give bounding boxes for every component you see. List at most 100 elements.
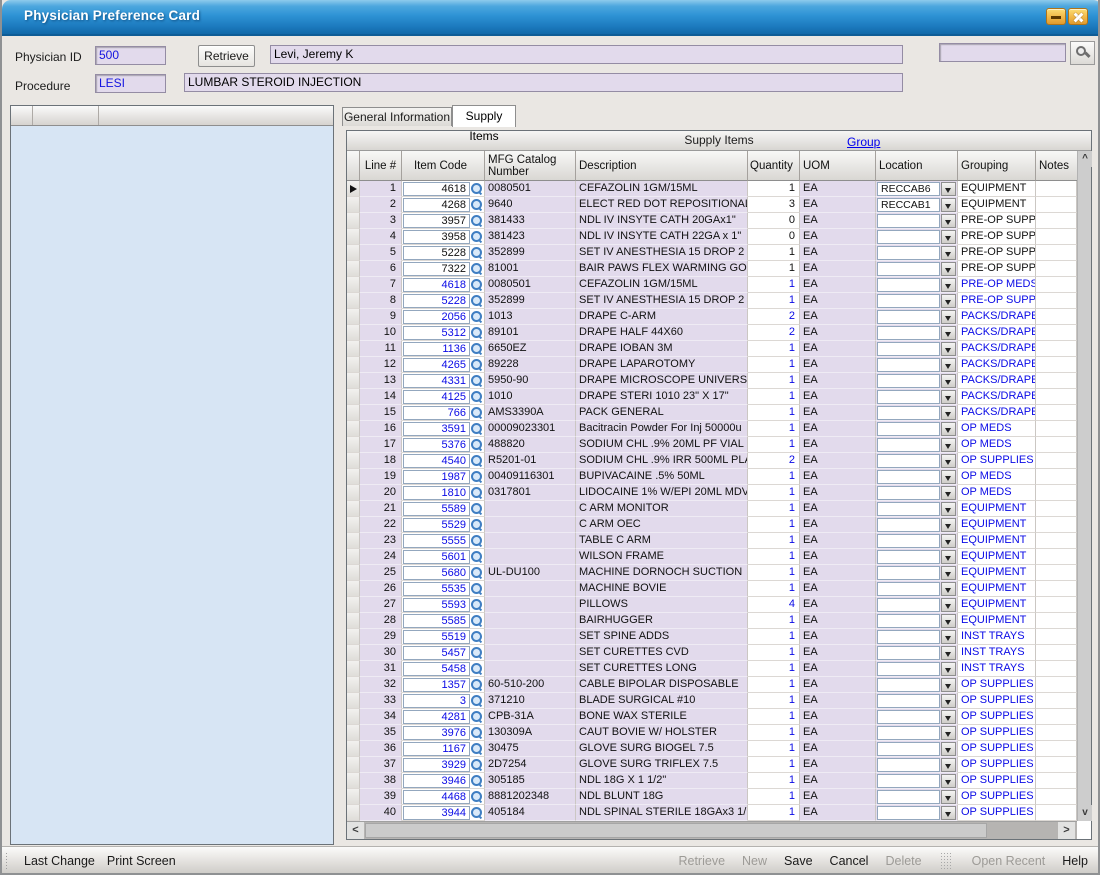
item-code-input[interactable]: 1167 <box>403 742 470 756</box>
location-input[interactable] <box>877 390 940 404</box>
row-selector-cell[interactable] <box>347 757 360 773</box>
quantity-cell[interactable]: 2 <box>748 325 800 341</box>
row-selector-cell[interactable] <box>347 501 360 517</box>
location-dropdown-icon[interactable] <box>941 566 956 580</box>
quantity-cell[interactable]: 1 <box>748 725 800 741</box>
location-dropdown-icon[interactable] <box>941 262 956 276</box>
table-row[interactable]: 19198700409116301BUPIVACAINE .5% 50ML1EA… <box>347 469 1077 485</box>
item-code-input[interactable]: 4540 <box>403 454 470 468</box>
quantity-cell[interactable]: 1 <box>748 373 800 389</box>
quantity-cell[interactable]: 1 <box>748 341 800 357</box>
item-lookup-icon[interactable] <box>471 391 483 403</box>
procedure-field[interactable]: LESI <box>95 74 166 93</box>
location-dropdown-icon[interactable] <box>941 310 956 324</box>
search-button[interactable] <box>1070 41 1095 65</box>
item-code-input[interactable]: 5519 <box>403 630 470 644</box>
row-selector-cell[interactable] <box>347 517 360 533</box>
item-lookup-icon[interactable] <box>471 759 483 771</box>
row-selector-cell[interactable] <box>347 725 360 741</box>
quantity-cell[interactable]: 1 <box>748 277 800 293</box>
item-code-input[interactable]: 5535 <box>403 582 470 596</box>
row-selector-cell[interactable] <box>347 325 360 341</box>
location-dropdown-icon[interactable] <box>941 438 956 452</box>
row-selector-cell[interactable] <box>347 293 360 309</box>
item-lookup-icon[interactable] <box>471 487 483 499</box>
location-dropdown-icon[interactable] <box>941 694 956 708</box>
item-lookup-icon[interactable] <box>471 519 483 531</box>
row-selector-cell[interactable] <box>347 677 360 693</box>
table-row[interactable]: 215589C ARM MONITOR1EAEQUIPMENT <box>347 501 1077 517</box>
print-screen-button[interactable]: Print Screen <box>107 854 176 868</box>
location-dropdown-icon[interactable] <box>941 470 956 484</box>
item-lookup-icon[interactable] <box>471 455 483 467</box>
location-dropdown-icon[interactable] <box>941 582 956 596</box>
location-input[interactable] <box>877 454 940 468</box>
item-code-input[interactable]: 5555 <box>403 534 470 548</box>
location-input[interactable] <box>877 246 940 260</box>
item-code-input[interactable]: 5228 <box>403 294 470 308</box>
location-dropdown-icon[interactable] <box>941 230 956 244</box>
row-selector-cell[interactable] <box>347 709 360 725</box>
item-code-input[interactable]: 4265 <box>403 358 470 372</box>
item-lookup-icon[interactable] <box>471 631 483 643</box>
quantity-cell[interactable]: 1 <box>748 805 800 821</box>
scroll-left-icon[interactable]: < <box>347 822 364 839</box>
quantity-cell[interactable]: 1 <box>748 565 800 581</box>
item-code-input[interactable]: 766 <box>403 406 470 420</box>
item-lookup-icon[interactable] <box>471 471 483 483</box>
location-input[interactable] <box>877 262 940 276</box>
item-lookup-icon[interactable] <box>471 423 483 435</box>
item-code-input[interactable]: 3591 <box>403 422 470 436</box>
table-row[interactable]: 55228352899SET IV ANESTHESIA 15 DROP 21E… <box>347 245 1077 261</box>
row-selector-cell[interactable] <box>347 309 360 325</box>
table-row[interactable]: 85228352899SET IV ANESTHESIA 15 DROP 21E… <box>347 293 1077 309</box>
location-dropdown-icon[interactable] <box>941 646 956 660</box>
column-header-location[interactable]: Location <box>876 151 958 181</box>
location-dropdown-icon[interactable] <box>941 806 956 820</box>
location-dropdown-icon[interactable] <box>941 390 956 404</box>
tab-general-information[interactable]: General Information <box>342 107 452 126</box>
item-lookup-icon[interactable] <box>471 375 483 387</box>
location-dropdown-icon[interactable] <box>941 502 956 516</box>
table-row[interactable]: 33957381433NDL IV INSYTE CATH 20GAx1"0EA… <box>347 213 1077 229</box>
table-row[interactable]: 920561013DRAPE C-ARM2EAPACKS/DRAPE <box>347 309 1077 325</box>
quantity-cell[interactable]: 1 <box>748 469 800 485</box>
table-row[interactable]: 32135760-510-200CABLE BIPOLAR DISPOSABLE… <box>347 677 1077 693</box>
quantity-cell[interactable]: 0 <box>748 229 800 245</box>
item-code-input[interactable]: 2056 <box>403 310 470 324</box>
quantity-cell[interactable]: 1 <box>748 629 800 645</box>
quantity-cell[interactable]: 1 <box>748 261 800 277</box>
search-input[interactable] <box>939 43 1066 62</box>
location-input[interactable] <box>877 614 940 628</box>
table-row[interactable]: 1343315950-90DRAPE MICROSCOPE UNIVERSA1E… <box>347 373 1077 389</box>
row-selector-cell[interactable] <box>347 549 360 565</box>
item-lookup-icon[interactable] <box>471 183 483 195</box>
item-lookup-icon[interactable] <box>471 407 483 419</box>
item-lookup-icon[interactable] <box>471 567 483 579</box>
table-row[interactable]: 1111366650EZDRAPE IOBAN 3M1EAPACKS/DRAPE <box>347 341 1077 357</box>
location-input[interactable] <box>877 694 940 708</box>
location-dropdown-icon[interactable] <box>941 198 956 212</box>
row-selector-cell[interactable] <box>347 421 360 437</box>
item-lookup-icon[interactable] <box>471 791 483 803</box>
row-selector-cell[interactable] <box>347 341 360 357</box>
item-lookup-icon[interactable] <box>471 295 483 307</box>
location-input[interactable] <box>877 774 940 788</box>
row-selector-cell[interactable] <box>347 645 360 661</box>
location-dropdown-icon[interactable] <box>941 598 956 612</box>
delete-button[interactable]: Delete <box>885 854 921 868</box>
location-dropdown-icon[interactable] <box>941 662 956 676</box>
item-lookup-icon[interactable] <box>471 583 483 595</box>
quantity-cell[interactable]: 1 <box>748 789 800 805</box>
quantity-cell[interactable]: 1 <box>748 421 800 437</box>
table-row[interactable]: 12426589228DRAPE LAPAROTOMY1EAPACKS/DRAP… <box>347 357 1077 373</box>
item-lookup-icon[interactable] <box>471 247 483 259</box>
table-row[interactable]: 36116730475GLOVE SURG BIOGEL 7.51EAOP SU… <box>347 741 1077 757</box>
column-header-description[interactable]: Description <box>576 151 748 181</box>
item-lookup-icon[interactable] <box>471 711 483 723</box>
location-dropdown-icon[interactable] <box>941 374 956 388</box>
column-header-mfg-catalog[interactable]: MFG Catalog Number <box>485 151 576 181</box>
item-lookup-icon[interactable] <box>471 551 483 563</box>
table-row[interactable]: 175376488820SODIUM CHL .9% 20ML PF VIAL1… <box>347 437 1077 453</box>
row-selector-cell[interactable] <box>347 277 360 293</box>
